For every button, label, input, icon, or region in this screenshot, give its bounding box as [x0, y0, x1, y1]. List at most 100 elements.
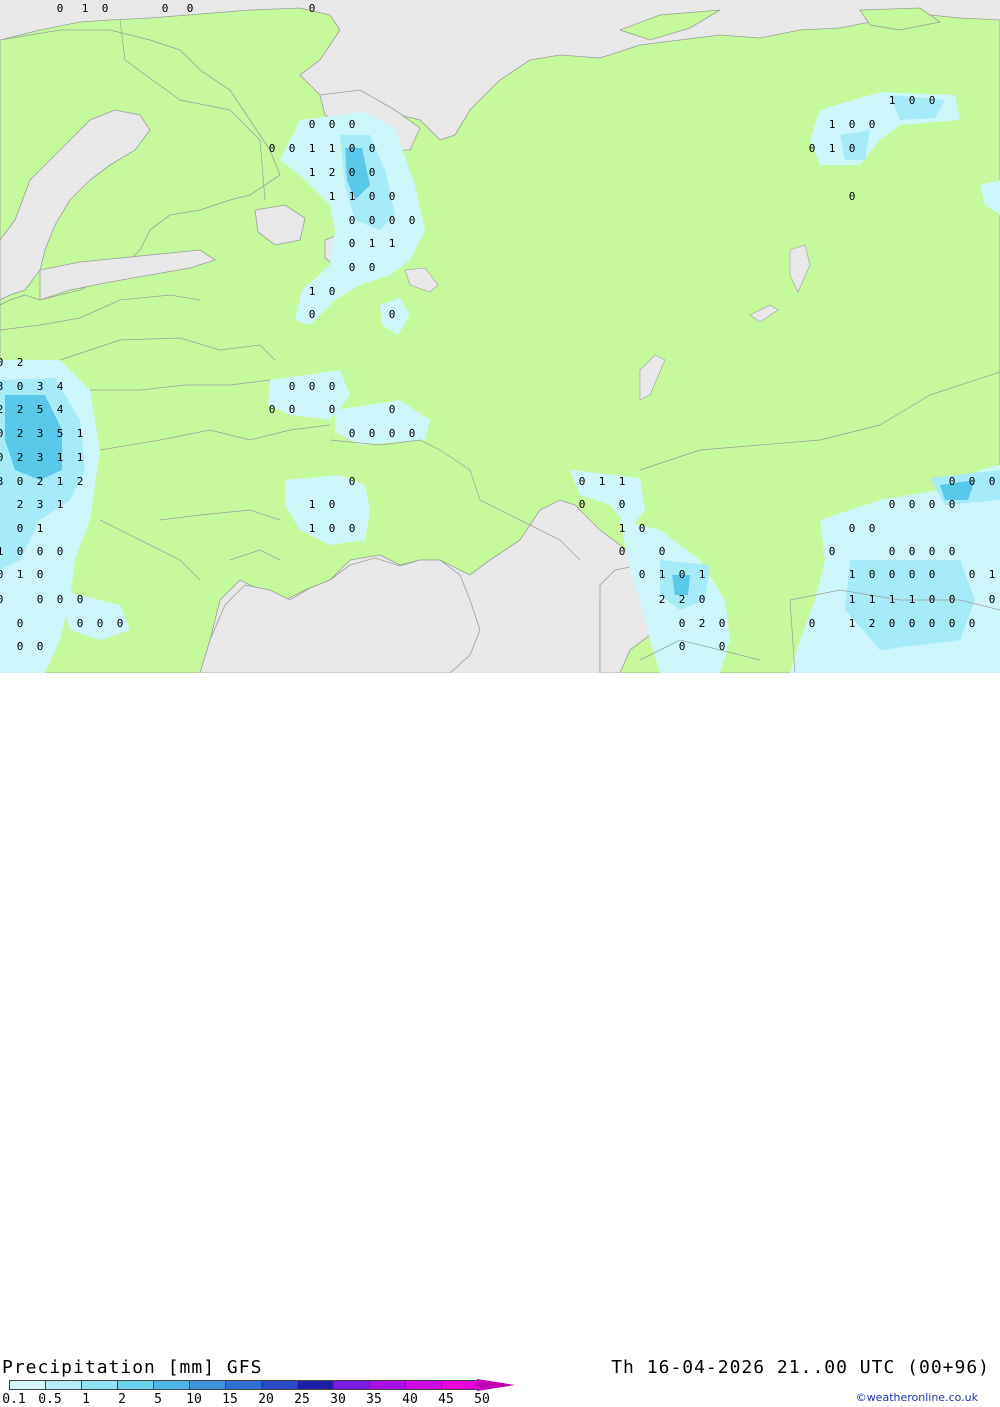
precip-value: 0 [869, 522, 876, 535]
precip-value: 0 [909, 498, 916, 511]
precip-value: 1 [349, 190, 356, 203]
precip-value: 0 [349, 166, 356, 179]
precip-value: 0 [409, 214, 416, 227]
valid-time: Th 16-04-2026 21..00 UTC (00+96) [611, 1357, 990, 1378]
precip-value: 0 [849, 522, 856, 535]
weather-map: 0100000000011001200110000000110010001001… [0, 0, 1000, 673]
precip-value: 1 [699, 568, 706, 581]
precip-value: 1 [77, 427, 84, 440]
precip-value: 0 [77, 593, 84, 606]
precip-value: 1 [889, 94, 896, 107]
precip-value: 2 [679, 593, 686, 606]
precip-value: 0 [269, 142, 276, 155]
precip-value: 0 [17, 475, 24, 488]
precip-value: 0 [289, 380, 296, 393]
precip-value: 0 [309, 118, 316, 131]
precip-value: 0 [849, 190, 856, 203]
precip-value: 2 [17, 498, 24, 511]
precip-value: 0 [289, 403, 296, 416]
precip-value: 1 [82, 2, 89, 15]
precip-value: 1 [829, 142, 836, 155]
precip-value: 1 [909, 593, 916, 606]
precip-value: 0 [309, 2, 316, 15]
legend-label: 20 [258, 1392, 274, 1407]
precip-value: 3 [0, 475, 3, 488]
precip-value: 0 [37, 593, 44, 606]
precip-value: 0 [969, 475, 976, 488]
precip-value: 0 [929, 94, 936, 107]
precip-value: 0 [889, 568, 896, 581]
precip-value: 0 [0, 593, 3, 606]
precip-value: 0 [269, 403, 276, 416]
precip-value: 3 [0, 380, 3, 393]
legend-swatch [369, 1380, 405, 1390]
legend-swatch [405, 1380, 441, 1390]
legend-swatch [261, 1380, 297, 1390]
map-title: Precipitation [mm] GFS [2, 1357, 263, 1378]
precip-value: 0 [579, 498, 586, 511]
precip-value: 0 [909, 545, 916, 558]
precip-value: 0 [929, 545, 936, 558]
precip-value: 2 [17, 356, 24, 369]
precip-value: 0 [17, 380, 24, 393]
legend-label: 25 [294, 1392, 310, 1407]
precip-value: 0 [929, 617, 936, 630]
legend-swatch [45, 1380, 81, 1390]
precip-value: 1 [329, 190, 336, 203]
precip-value: 0 [37, 640, 44, 653]
precip-value: 5 [57, 427, 64, 440]
precip-value: 0 [929, 593, 936, 606]
precip-value: 0 [17, 640, 24, 653]
legend-label: 40 [402, 1392, 418, 1407]
precip-value: 0 [57, 593, 64, 606]
precip-value: 0 [949, 545, 956, 558]
precip-value: 1 [849, 568, 856, 581]
legend-label: 10 [186, 1392, 202, 1407]
precip-value: 0 [889, 498, 896, 511]
precip-value: 2 [37, 475, 44, 488]
precip-value: 0 [619, 545, 626, 558]
precip-value: 0 [949, 475, 956, 488]
precip-value: 0 [329, 522, 336, 535]
legend-label: 50 [474, 1392, 490, 1407]
legend-swatch [333, 1380, 369, 1390]
precip-value: 0 [389, 403, 396, 416]
precip-value: 0 [389, 427, 396, 440]
precip-value: 1 [619, 522, 626, 535]
credit-link[interactable]: ©weatheronline.co.uk [856, 1391, 978, 1404]
precip-value: 1 [309, 498, 316, 511]
legend-swatch [225, 1380, 261, 1390]
precip-value: 1 [619, 475, 626, 488]
precip-value: 0 [369, 261, 376, 274]
precip-value: 2 [77, 475, 84, 488]
legend-swatch [153, 1380, 189, 1390]
precip-value: 3 [37, 451, 44, 464]
precip-value: 2 [17, 427, 24, 440]
precip-value: 2 [17, 403, 24, 416]
precip-value: 0 [0, 356, 3, 369]
precip-value: 0 [329, 498, 336, 511]
precip-value: 0 [329, 380, 336, 393]
legend-labels: 0.1 0.5 1 2 5 10 15 20 25 30 35 40 45 50 [0, 1392, 540, 1407]
precip-value: 0 [639, 522, 646, 535]
legend-label: 15 [222, 1392, 238, 1407]
precip-value: 2 [659, 593, 666, 606]
precip-value: 0 [349, 261, 356, 274]
precip-value: 0 [679, 568, 686, 581]
legend-swatch [9, 1380, 45, 1390]
legend-swatch [189, 1380, 225, 1390]
precip-value: 0 [57, 545, 64, 558]
precip-value: 0 [389, 190, 396, 203]
precip-value: 3 [37, 427, 44, 440]
precip-value: 0 [929, 498, 936, 511]
precip-value: 1 [869, 593, 876, 606]
precip-value: 0 [889, 617, 896, 630]
precip-value: 0 [679, 617, 686, 630]
precip-value: 0 [369, 214, 376, 227]
precip-value: 3 [37, 498, 44, 511]
legend-label: 5 [154, 1392, 162, 1407]
precip-value: 0 [369, 166, 376, 179]
legend-swatch [81, 1380, 117, 1390]
precip-value: 0 [349, 118, 356, 131]
precip-value: 0 [349, 475, 356, 488]
